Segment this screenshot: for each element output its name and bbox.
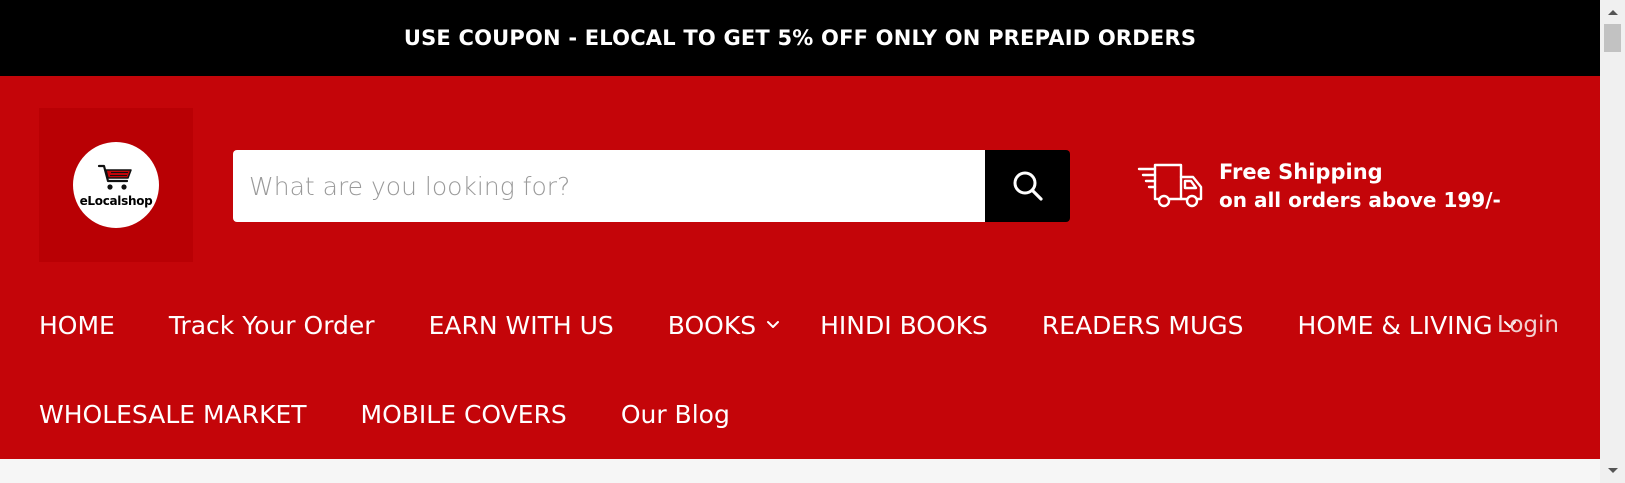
nav-item-home[interactable]: HOME (39, 311, 115, 340)
search-input[interactable] (233, 150, 985, 222)
site-header: eLocalshop What are you looking for? Fre… (0, 76, 1600, 459)
main-nav-row-1: HOME Track Your Order EARN WITH US BOOKS… (39, 305, 1559, 345)
nav-item-track-order[interactable]: Track Your Order (169, 311, 375, 340)
shopping-cart-icon (97, 164, 132, 190)
nav-item-earn-with-us[interactable]: EARN WITH US (429, 311, 614, 340)
login-link[interactable]: Login (1497, 305, 1559, 345)
shipping-subtitle: on all orders above 199/- (1219, 188, 1501, 212)
nav-item-home-living[interactable]: HOME & LIVING (1298, 311, 1517, 340)
nav-item-label: WHOLESALE MARKET (39, 399, 307, 429)
nav-item-label: HINDI BOOKS (820, 310, 988, 340)
nav-item-label: Track Your Order (168, 310, 375, 340)
vertical-scrollbar[interactable] (1600, 0, 1625, 483)
search-bar (233, 150, 1070, 222)
nav-item-label: READERS MUGS (1041, 310, 1244, 340)
nav-item-label: Our Blog (620, 399, 730, 429)
logo-text: eLocalshop (79, 194, 153, 208)
nav-item-label: HOME (39, 310, 115, 340)
logo[interactable]: eLocalshop (39, 108, 193, 262)
nav-item-label: HOME & LIVING (1297, 310, 1493, 340)
page: USE COUPON - ELOCAL TO GET 5% OFF ONLY O… (0, 0, 1600, 483)
logo-badge: eLocalshop (73, 142, 159, 228)
announcement-text: USE COUPON - ELOCAL TO GET 5% OFF ONLY O… (403, 26, 1197, 50)
nav-item-label: EARN WITH US (428, 310, 614, 340)
nav-item-books[interactable]: BOOKS (668, 311, 780, 340)
nav-item-wholesale-market[interactable]: WHOLESALE MARKET (39, 400, 307, 429)
nav-item-our-blog[interactable]: Our Blog (621, 400, 730, 429)
free-shipping-info: Free Shipping on all orders above 199/- (1137, 158, 1501, 214)
scroll-down-arrow-icon[interactable] (1600, 461, 1625, 481)
main-nav-row-2: WHOLESALE MARKET MOBILE COVERS Our Blog (39, 394, 730, 434)
nav-item-label: MOBILE COVERS (360, 399, 567, 429)
nav-item-mobile-covers[interactable]: MOBILE COVERS (361, 400, 567, 429)
shipping-text: Free Shipping on all orders above 199/- (1219, 158, 1501, 214)
nav-item-label: BOOKS (667, 310, 757, 340)
nav-item-hindi-books[interactable]: HINDI BOOKS (820, 311, 988, 340)
search-button[interactable] (985, 150, 1070, 222)
scroll-up-arrow-icon[interactable] (1600, 2, 1625, 22)
delivery-truck-icon (1137, 163, 1203, 208)
nav-item-readers-mugs[interactable]: READERS MUGS (1042, 311, 1244, 340)
announcement-bar: USE COUPON - ELOCAL TO GET 5% OFF ONLY O… (0, 0, 1600, 76)
search-icon (1013, 171, 1043, 201)
chevron-down-icon (767, 321, 780, 328)
scrollbar-thumb[interactable] (1604, 24, 1621, 52)
shipping-title: Free Shipping (1219, 160, 1383, 184)
